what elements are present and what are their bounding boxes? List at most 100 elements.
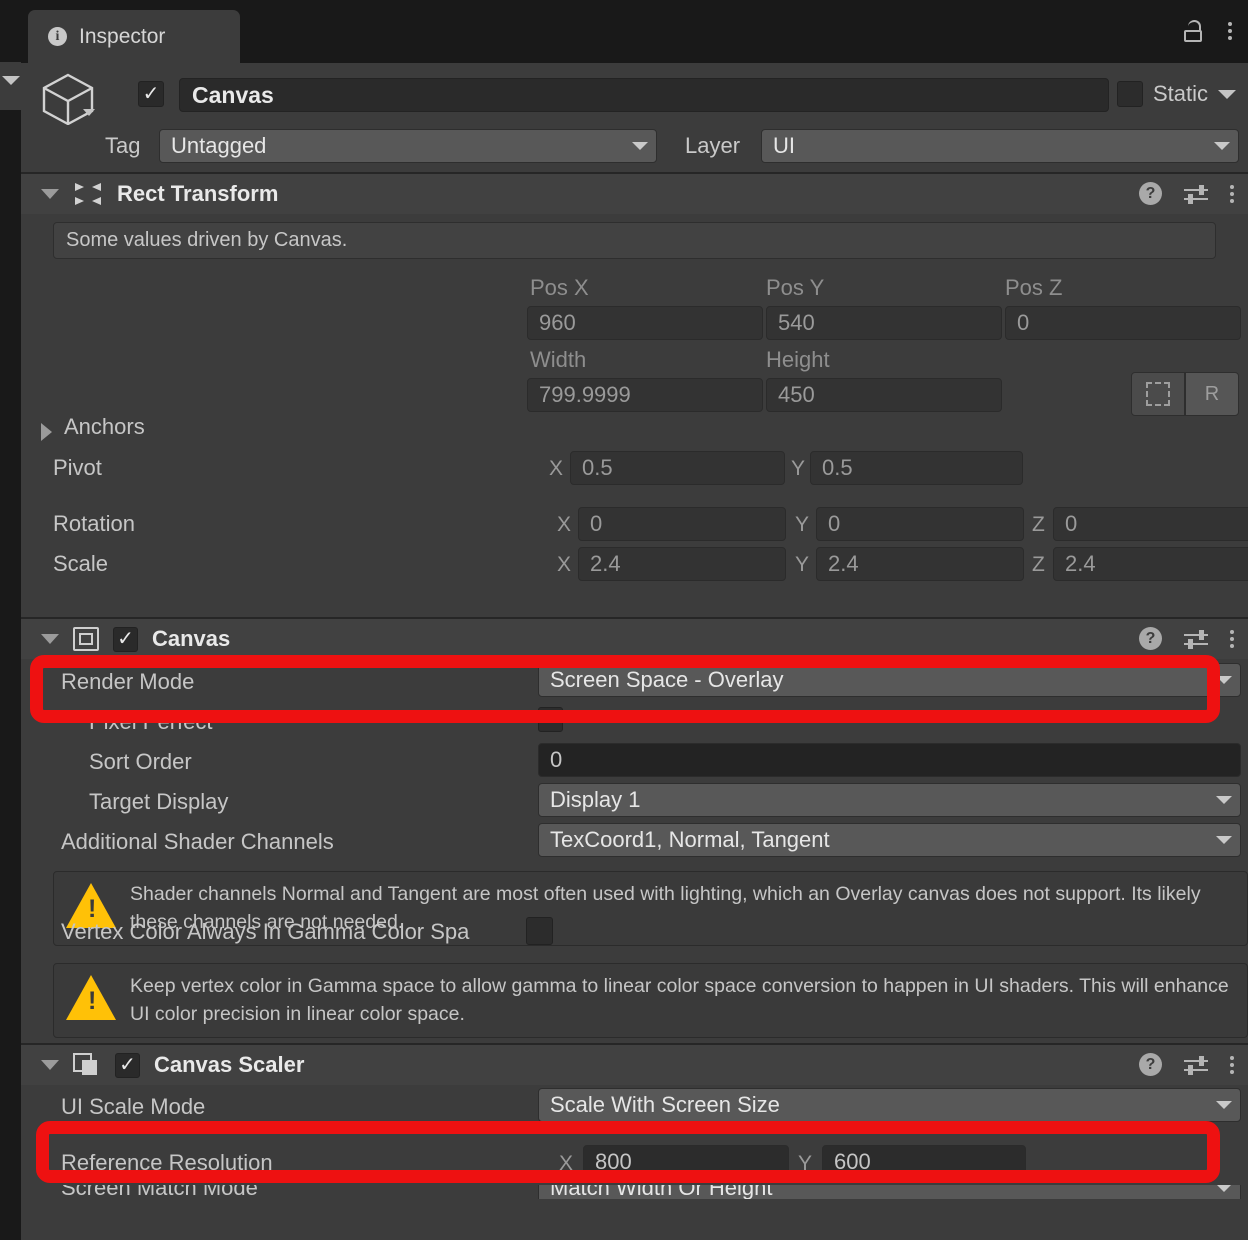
kebab-menu-icon[interactable] bbox=[1230, 184, 1234, 203]
tag-label: Tag bbox=[105, 133, 141, 158]
rotation-x-axis-label: X bbox=[557, 513, 572, 536]
vertex-color-gamma-checkbox[interactable] bbox=[526, 917, 553, 945]
chevron-down-icon bbox=[1216, 1185, 1232, 1192]
reference-resolution-label: Reference Resolution bbox=[61, 1150, 273, 1175]
canvas-body: Render Mode Screen Space - Overlay Pixel… bbox=[21, 659, 1248, 947]
canvas-enabled-checkbox[interactable]: ✓ bbox=[113, 626, 138, 652]
info-icon: i bbox=[48, 27, 67, 46]
target-display-dropdown[interactable]: Display 1 bbox=[538, 783, 1241, 817]
object-header: ✓ Canvas Static bbox=[21, 63, 1248, 126]
pos-y-input[interactable]: 540 bbox=[766, 306, 1002, 340]
preset-icon[interactable] bbox=[1184, 1055, 1208, 1075]
component-header-canvas-scaler[interactable]: ✓ Canvas Scaler ? bbox=[21, 1045, 1248, 1085]
chevron-down-icon bbox=[1214, 142, 1230, 150]
ref-res-y-axis-label: Y bbox=[798, 1152, 813, 1175]
screen-match-mode-dropdown[interactable]: Match Width Or Height bbox=[538, 1185, 1241, 1199]
pixel-perfect-label: Pixel Perfect bbox=[89, 709, 213, 734]
tag-dropdown[interactable]: Untagged bbox=[159, 129, 657, 163]
chevron-down-icon bbox=[1216, 676, 1232, 684]
anchors-foldout-icon[interactable] bbox=[41, 423, 52, 441]
preset-icon[interactable] bbox=[1184, 629, 1208, 649]
ui-scale-mode-dropdown[interactable]: Scale With Screen Size bbox=[538, 1088, 1241, 1122]
shader-channels-dropdown[interactable]: TexCoord1, Normal, Tangent bbox=[538, 823, 1241, 857]
kebab-menu-icon[interactable] bbox=[1230, 629, 1234, 648]
ui-scale-mode-label: UI Scale Mode bbox=[61, 1094, 206, 1119]
target-display-label: Target Display bbox=[89, 789, 229, 814]
component-title: Canvas Scaler bbox=[154, 1052, 305, 1077]
layer-dropdown[interactable]: UI bbox=[761, 129, 1239, 163]
chevron-down-icon bbox=[1216, 796, 1232, 804]
pos-z-label: Pos Z bbox=[1005, 275, 1063, 300]
static-checkbox[interactable] bbox=[1117, 81, 1143, 107]
pivot-y-input[interactable]: 0.5 bbox=[810, 451, 1023, 485]
static-dropdown-icon[interactable] bbox=[1218, 89, 1237, 99]
rotation-z-input[interactable]: 0 bbox=[1053, 507, 1248, 541]
ref-res-x-axis-label: X bbox=[559, 1152, 574, 1175]
width-label: Width bbox=[530, 347, 587, 372]
anchor-preset-button[interactable] bbox=[1131, 372, 1185, 416]
window-left-gutter bbox=[0, 110, 21, 1240]
preset-icon[interactable] bbox=[1184, 184, 1208, 204]
pos-x-input[interactable]: 960 bbox=[527, 306, 763, 340]
warning-text: Keep vertex color in Gamma space to allo… bbox=[130, 975, 1229, 1025]
tag-value: Untagged bbox=[171, 133, 267, 158]
render-mode-dropdown[interactable]: Screen Space - Overlay bbox=[538, 663, 1241, 697]
object-name-input[interactable]: Canvas bbox=[179, 78, 1109, 112]
width-input[interactable]: 799.9999 bbox=[527, 378, 763, 412]
render-mode-label: Render Mode bbox=[61, 669, 195, 694]
foldout-arrow-icon[interactable] bbox=[41, 1060, 59, 1070]
component-title: Canvas bbox=[152, 626, 231, 651]
scale-z-axis-label: Z bbox=[1032, 553, 1045, 576]
object-enabled-checkbox[interactable]: ✓ bbox=[138, 81, 164, 107]
rotation-y-input[interactable]: 0 bbox=[816, 507, 1024, 541]
inspector-window: i Inspector ✓ Canvas Static Tag Untagged… bbox=[0, 0, 1248, 1240]
kebab-menu-icon[interactable] bbox=[1228, 22, 1232, 40]
canvas-scaler-enabled-checkbox[interactable]: ✓ bbox=[115, 1052, 140, 1078]
help-icon[interactable]: ? bbox=[1139, 182, 1162, 205]
reference-resolution-x-input[interactable]: 800 bbox=[583, 1145, 789, 1179]
scale-y-axis-label: Y bbox=[795, 553, 810, 576]
pos-x-label: Pos X bbox=[530, 275, 589, 300]
component-actions: ? bbox=[1139, 182, 1234, 205]
warning-icon: ! bbox=[66, 975, 116, 1020]
anchors-label: Anchors bbox=[64, 414, 145, 439]
scale-y-input[interactable]: 2.4 bbox=[816, 547, 1024, 581]
rotation-x-input[interactable]: 0 bbox=[578, 507, 786, 541]
foldout-arrow-icon[interactable] bbox=[41, 634, 59, 644]
target-display-value: Display 1 bbox=[550, 787, 641, 812]
screen-match-mode-label: Screen Match Mode bbox=[61, 1185, 258, 1199]
sort-order-input[interactable]: 0 bbox=[538, 743, 1241, 777]
tabbar-actions bbox=[1184, 20, 1232, 42]
reference-resolution-y-input[interactable]: 600 bbox=[822, 1145, 1026, 1179]
height-label: Height bbox=[766, 347, 830, 372]
component-header-canvas[interactable]: ✓ Canvas ? bbox=[21, 619, 1248, 659]
help-icon[interactable]: ? bbox=[1139, 1053, 1162, 1076]
scale-z-input[interactable]: 2.4 bbox=[1053, 547, 1248, 581]
blueprint-mode-button[interactable]: R bbox=[1185, 372, 1239, 416]
pos-z-input[interactable]: 0 bbox=[1005, 306, 1241, 340]
sort-order-label: Sort Order bbox=[89, 749, 192, 774]
help-icon[interactable]: ? bbox=[1139, 627, 1162, 650]
adjacent-panel-edge bbox=[0, 62, 21, 110]
lock-icon[interactable] bbox=[1184, 20, 1202, 42]
pivot-x-input[interactable]: 0.5 bbox=[570, 451, 785, 485]
scale-x-input[interactable]: 2.4 bbox=[578, 547, 786, 581]
tab-inspector[interactable]: i Inspector bbox=[28, 10, 240, 63]
tab-inspector-label: Inspector bbox=[79, 24, 166, 48]
vertex-color-warning: ! Keep vertex color in Gamma space to al… bbox=[53, 963, 1248, 1039]
pos-y-label: Pos Y bbox=[766, 275, 825, 300]
pivot-y-axis-label: Y bbox=[791, 457, 806, 480]
prefab-dropdown-icon[interactable] bbox=[83, 109, 95, 116]
static-label: Static bbox=[1153, 81, 1209, 106]
screen-match-mode-row-clipped: Screen Match Mode Match Width Or Height bbox=[21, 1185, 1248, 1199]
rotation-y-axis-label: Y bbox=[795, 513, 810, 536]
kebab-menu-icon[interactable] bbox=[1230, 1055, 1234, 1074]
pivot-x-axis-label: X bbox=[549, 457, 564, 480]
rotation-z-axis-label: Z bbox=[1032, 513, 1045, 536]
vertex-color-gamma-label: Vertex Color Always In Gamma Color Spa bbox=[61, 919, 470, 944]
pixel-perfect-checkbox[interactable] bbox=[538, 707, 563, 732]
foldout-arrow-icon[interactable] bbox=[41, 189, 59, 199]
shader-channels-label: Additional Shader Channels bbox=[61, 829, 334, 854]
height-input[interactable]: 450 bbox=[766, 378, 1002, 412]
component-header-rect-transform[interactable]: Rect Transform ? bbox=[21, 174, 1248, 214]
